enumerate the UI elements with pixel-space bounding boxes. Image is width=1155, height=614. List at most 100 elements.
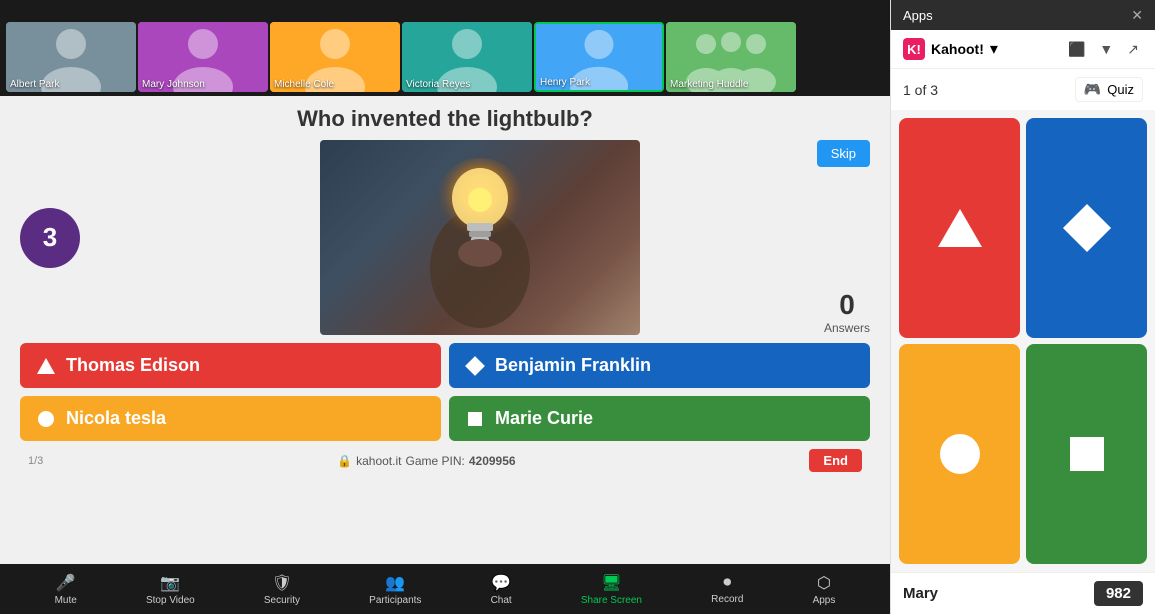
leaderboard-score: 982 bbox=[1094, 581, 1143, 606]
toolbar-record[interactable]: ⏺ Record bbox=[711, 574, 743, 605]
chat-label: Chat bbox=[491, 595, 512, 606]
kahoot-expand-icon[interactable]: ⬛ bbox=[1064, 39, 1089, 60]
kahoot-app-header: K! Kahoot! ▾ ⬛ ▼ ↗ bbox=[891, 30, 1155, 69]
kahoot-chevron-icon[interactable]: ▾ bbox=[990, 39, 998, 59]
thumbnail-victoria-label: Victoria Reyes bbox=[406, 79, 470, 90]
page-number: 1/3 bbox=[28, 455, 43, 467]
kahoot-card-red[interactable] bbox=[899, 118, 1020, 338]
bottom-toolbar: 🎤 Mute 📷 Stop Video 🛡 Security 👥 Partici… bbox=[0, 564, 890, 614]
thumbnail-michelle[interactable]: Michelle Cole bbox=[270, 22, 400, 92]
thumbnail-henry-label: Henry Park bbox=[540, 77, 590, 88]
kahoot-card-blue[interactable] bbox=[1026, 118, 1147, 338]
quiz-badge: 🎮 Quiz bbox=[1075, 77, 1143, 102]
kahoot-card-yellow[interactable] bbox=[899, 344, 1020, 564]
apps-close-button[interactable]: ✕ bbox=[1131, 7, 1143, 24]
answer-a2-text: Benjamin Franklin bbox=[495, 355, 651, 376]
kahoot-site: kahoot.it bbox=[356, 454, 401, 468]
toolbar-participants[interactable]: 👥 Participants bbox=[369, 573, 421, 606]
kahoot-app-name: Kahoot! bbox=[931, 41, 984, 57]
leaderboard-name: Mary bbox=[903, 585, 938, 602]
share-screen-icon: 🖥 bbox=[601, 573, 621, 593]
quiz-progress-bar: 1 of 3 🎮 Quiz bbox=[891, 69, 1155, 110]
answers-count-block: 0 Answers bbox=[824, 289, 870, 335]
answer-marie-curie[interactable]: Marie Curie bbox=[449, 396, 870, 441]
status-bar: 1/3 🔒 kahoot.it Game PIN: 4209956 End bbox=[20, 445, 870, 476]
top-bar bbox=[0, 0, 890, 18]
kahoot-answers-grid bbox=[891, 110, 1155, 572]
answers-number: 0 bbox=[824, 289, 870, 321]
card-diamond-shape bbox=[1070, 211, 1104, 245]
thumbnail-marketing[interactable]: Marketing Huddle bbox=[666, 22, 796, 92]
pin-label: Game PIN: bbox=[405, 454, 464, 468]
quiz-icon: 🎮 bbox=[1084, 81, 1101, 98]
stop-video-label: Stop Video bbox=[146, 595, 195, 606]
thumbnail-marketing-label: Marketing Huddle bbox=[670, 79, 748, 90]
kahoot-filter-icon[interactable]: ▼ bbox=[1095, 39, 1117, 59]
card-square-shape bbox=[1070, 437, 1104, 471]
kahoot-header-icons: ⬛ ▼ ↗ bbox=[1064, 39, 1143, 60]
answers-grid: Thomas Edison Benjamin Franklin Nicola t… bbox=[20, 343, 870, 441]
mute-label: Mute bbox=[55, 595, 77, 606]
pin-value: 4209956 bbox=[469, 454, 516, 468]
thumbnail-albert-label: Albert Park bbox=[10, 79, 59, 90]
chat-icon: 💬 bbox=[491, 573, 511, 593]
answer-a1-text: Thomas Edison bbox=[66, 355, 200, 376]
triangle-icon bbox=[36, 356, 56, 376]
security-label: Security bbox=[264, 595, 300, 606]
participants-icon: 👥 bbox=[385, 573, 405, 593]
mute-icon: 🎤 bbox=[56, 573, 76, 593]
square-icon bbox=[465, 409, 485, 429]
toolbar-security[interactable]: 🛡 Security bbox=[264, 573, 300, 606]
security-icon: 🛡 bbox=[272, 573, 292, 593]
skip-button[interactable]: Skip bbox=[817, 140, 870, 167]
participants-label: Participants bbox=[369, 595, 421, 606]
quiz-label: Quiz bbox=[1107, 82, 1134, 97]
thumbnail-victoria[interactable]: Victoria Reyes bbox=[402, 22, 532, 92]
kahoot-content: Who invented the lightbulb? 3 bbox=[0, 96, 890, 564]
answer-a3-text: Nicola tesla bbox=[66, 408, 166, 429]
kahoot-branding: K! Kahoot! ▾ bbox=[903, 38, 998, 60]
question-image bbox=[320, 140, 640, 335]
game-pin: 🔒 kahoot.it Game PIN: 4209956 bbox=[337, 454, 515, 468]
apps-title: Apps bbox=[903, 8, 933, 23]
toolbar-stop-video[interactable]: 📷 Stop Video bbox=[146, 573, 195, 606]
answer-thomas-edison[interactable]: Thomas Edison bbox=[20, 343, 441, 388]
question-title: Who invented the lightbulb? bbox=[20, 106, 870, 132]
record-label: Record bbox=[711, 594, 743, 605]
answer-nicola-tesla[interactable]: Nicola tesla bbox=[20, 396, 441, 441]
card-triangle-shape bbox=[938, 209, 982, 247]
kahoot-card-green[interactable] bbox=[1026, 344, 1147, 564]
answers-label: Answers bbox=[824, 321, 870, 335]
apps-label: Apps bbox=[813, 595, 836, 606]
circle-icon bbox=[36, 409, 56, 429]
end-button[interactable]: End bbox=[809, 449, 862, 472]
toolbar-share-screen[interactable]: 🖥 Share Screen bbox=[581, 573, 642, 606]
progress-text: 1 of 3 bbox=[903, 82, 938, 98]
apps-top-bar: Apps ✕ bbox=[891, 0, 1155, 30]
kahoot-k-icon: K! bbox=[903, 38, 925, 60]
diamond-icon bbox=[465, 356, 485, 376]
video-icon: 📷 bbox=[160, 573, 180, 593]
thumbnail-mary[interactable]: Mary Johnson bbox=[138, 22, 268, 92]
right-panel: Apps ✕ K! Kahoot! ▾ ⬛ ▼ ↗ 1 of 3 🎮 Quiz bbox=[890, 0, 1155, 614]
answer-a4-text: Marie Curie bbox=[495, 408, 593, 429]
card-circle-shape bbox=[940, 434, 980, 474]
toolbar-apps[interactable]: ⬡ Apps bbox=[813, 573, 836, 606]
lock-icon: 🔒 bbox=[337, 454, 352, 468]
toolbar-chat[interactable]: 💬 Chat bbox=[491, 573, 512, 606]
thumbnail-albert[interactable]: Albert Park bbox=[6, 22, 136, 92]
share-screen-label: Share Screen bbox=[581, 595, 642, 606]
question-area: 3 bbox=[20, 140, 870, 335]
apps-icon: ⬡ bbox=[817, 573, 831, 593]
thumbnail-henry[interactable]: Henry Park bbox=[534, 22, 664, 92]
kahoot-external-icon[interactable]: ↗ bbox=[1123, 39, 1143, 60]
thumbnail-mary-label: Mary Johnson bbox=[142, 79, 205, 90]
question-image-container: Skip bbox=[90, 140, 870, 335]
thumbnails-row: Albert Park Mary Johnson bbox=[0, 18, 890, 96]
record-icon: ⏺ bbox=[723, 574, 731, 592]
answer-benjamin-franklin[interactable]: Benjamin Franklin bbox=[449, 343, 870, 388]
leaderboard-entry: Mary 982 bbox=[891, 572, 1155, 614]
timer-circle: 3 bbox=[20, 208, 80, 268]
thumbnail-michelle-label: Michelle Cole bbox=[274, 79, 334, 90]
toolbar-mute[interactable]: 🎤 Mute bbox=[55, 573, 77, 606]
